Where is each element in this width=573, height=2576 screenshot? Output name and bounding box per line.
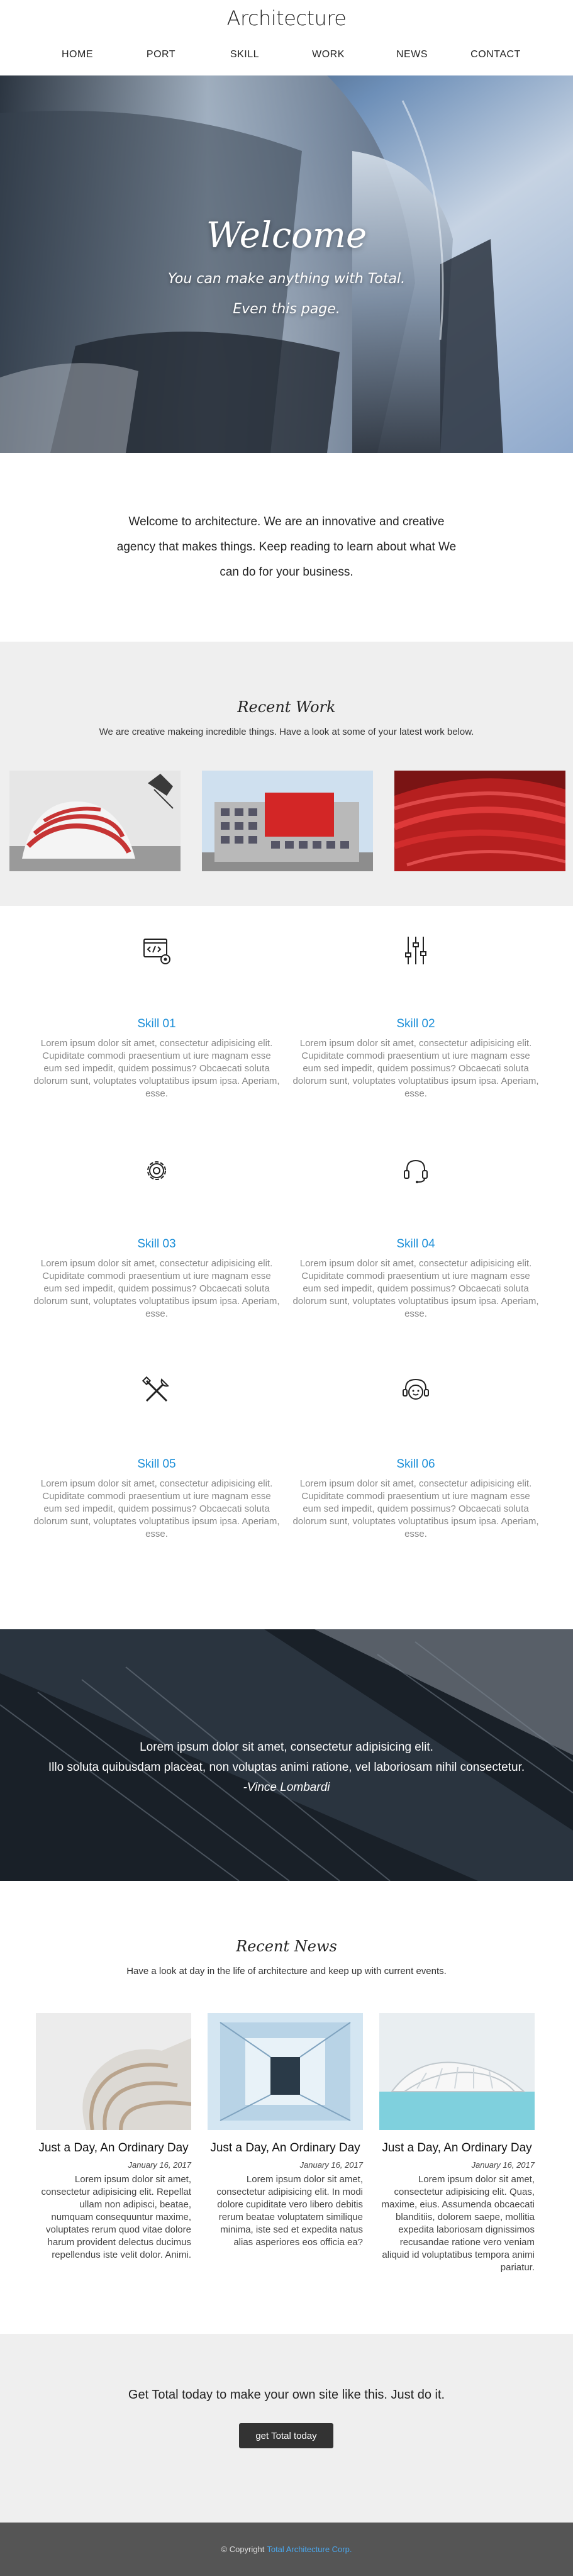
hero-title: Welcome — [206, 215, 367, 256]
quote-author: -Vince Lombardi — [243, 1781, 330, 1794]
news-card-text: Lorem ipsum dolor sit amet, consectetur … — [41, 2174, 191, 2260]
skill-text: Lorem ipsum dolor sit amet, consectetur … — [292, 1258, 539, 1319]
nav-port[interactable]: PORT — [120, 49, 203, 60]
news-image-1[interactable] — [36, 2013, 191, 2130]
news-card-date: January 16, 2017 — [128, 2160, 191, 2170]
headset-icon — [404, 1159, 428, 1183]
news-list: Just a Day, An Ordinary Day January 16, … — [36, 2013, 535, 2274]
nav-news[interactable]: NEWS — [370, 49, 454, 60]
skill-title: Skill 01 — [137, 1017, 176, 1030]
skill-title: Skill 04 — [396, 1237, 435, 1251]
news-card-date: January 16, 2017 — [299, 2160, 363, 2170]
skill-title: Skill 05 — [137, 1458, 176, 1471]
quote-line2: Illo soluta quibusdam placeat, non volup… — [48, 1761, 525, 1774]
recent-news-section: Recent News Have a look at day in the li… — [0, 1881, 573, 2334]
work-title: Recent Work — [237, 698, 336, 716]
cta-text: Get Total today to make your own site li… — [128, 2388, 445, 2402]
skill-text: Lorem ipsum dolor sit amet, consectetur … — [292, 1038, 539, 1099]
work-image-1[interactable] — [9, 771, 181, 871]
skill-card: Skill 02 Lorem ipsum dolor sit amet, con… — [292, 934, 539, 1100]
intro-section: Welcome to architecture. We are an innov… — [0, 453, 573, 642]
skill-card: Skill 05 Lorem ipsum dolor sit amet, con… — [33, 1374, 280, 1541]
news-card-title[interactable]: Just a Day, An Ordinary Day — [36, 2141, 191, 2155]
work-description: We are creative makeing incredible thing… — [99, 727, 474, 737]
quote-block: Lorem ipsum dolor sit amet, consectetur … — [0, 1737, 573, 1798]
site-logo[interactable]: Architecture — [0, 6, 573, 30]
site-footer: © Copyright Total Architecture Corp. — [0, 2523, 573, 2576]
gear-icon — [147, 1161, 166, 1180]
copyright-text: © Copyright — [221, 2545, 265, 2554]
recent-work-section: Recent Work We are creative makeing incr… — [0, 642, 573, 906]
quote-line1: Lorem ipsum dolor sit amet, consectetur … — [140, 1741, 433, 1754]
skill-text: Lorem ipsum dolor sit amet, consectetur … — [292, 1478, 539, 1539]
skill-text: Lorem ipsum dolor sit amet, consectetur … — [33, 1478, 280, 1539]
news-card-text: Lorem ipsum dolor sit amet, consectetur … — [216, 2174, 363, 2248]
skill-text: Lorem ipsum dolor sit amet, consectetur … — [33, 1258, 280, 1319]
main-nav: HOME PORT SKILL WORK NEWS CONTACT — [0, 49, 573, 60]
news-card: Just a Day, An Ordinary Day January 16, … — [379, 2013, 535, 2274]
nav-work[interactable]: WORK — [287, 49, 370, 60]
work-gallery — [9, 771, 565, 871]
code-settings-icon — [143, 939, 170, 964]
skill-title: Skill 03 — [137, 1237, 176, 1251]
tools-icon — [142, 1376, 169, 1402]
news-card-title[interactable]: Just a Day, An Ordinary Day — [379, 2141, 535, 2155]
get-total-button[interactable]: get Total today — [239, 2423, 333, 2448]
work-image-2[interactable] — [202, 771, 373, 871]
skill-text: Lorem ipsum dolor sit amet, consectetur … — [33, 1038, 280, 1099]
news-card: Just a Day, An Ordinary Day January 16, … — [36, 2013, 191, 2274]
news-card: Just a Day, An Ordinary Day January 16, … — [208, 2013, 363, 2274]
nav-skill[interactable]: SKILL — [203, 49, 287, 60]
skill-card: Skill 06 Lorem ipsum dolor sit amet, con… — [292, 1374, 539, 1541]
support-icon — [403, 1378, 429, 1400]
news-title: Recent News — [236, 1938, 337, 1955]
skills-section: Skill 01 Lorem ipsum dolor sit amet, con… — [0, 906, 573, 1629]
nav-contact[interactable]: CONTACT — [454, 49, 538, 60]
skill-card: Skill 04 Lorem ipsum dolor sit amet, con… — [292, 1154, 539, 1320]
nav-home[interactable]: HOME — [36, 49, 120, 60]
work-image-3[interactable] — [394, 771, 565, 871]
hero-subtitle-line2: Even this page. — [233, 301, 340, 317]
hero-subtitle-line1: You can make anything with Total. — [167, 271, 406, 287]
news-description: Have a look at day in the life of archit… — [126, 1966, 447, 1977]
sliders-icon — [405, 937, 426, 964]
skill-card: Skill 03 Lorem ipsum dolor sit amet, con… — [33, 1154, 280, 1320]
site-header: Architecture HOME PORT SKILL WORK NEWS C… — [0, 0, 573, 75]
hero-subtitle: You can make anything with Total. Even t… — [0, 264, 573, 325]
skill-card: Skill 01 Lorem ipsum dolor sit amet, con… — [33, 934, 280, 1100]
intro-text: Welcome to architecture. We are an innov… — [116, 515, 457, 579]
news-card-title[interactable]: Just a Day, An Ordinary Day — [208, 2141, 363, 2155]
skill-title: Skill 02 — [396, 1017, 435, 1030]
news-image-3[interactable] — [379, 2013, 535, 2130]
news-image-2[interactable] — [208, 2013, 363, 2130]
quote-section: Lorem ipsum dolor sit amet, consectetur … — [0, 1629, 573, 1881]
hero-section: Welcome You can make anything with Total… — [0, 75, 573, 453]
news-card-date: January 16, 2017 — [471, 2160, 535, 2170]
footer-company-link[interactable]: Total Architecture Corp. — [267, 2545, 352, 2554]
skill-title: Skill 06 — [396, 1458, 435, 1471]
cta-section: Get Total today to make your own site li… — [0, 2334, 573, 2523]
news-card-text: Lorem ipsum dolor sit amet, consectetur … — [381, 2174, 535, 2273]
